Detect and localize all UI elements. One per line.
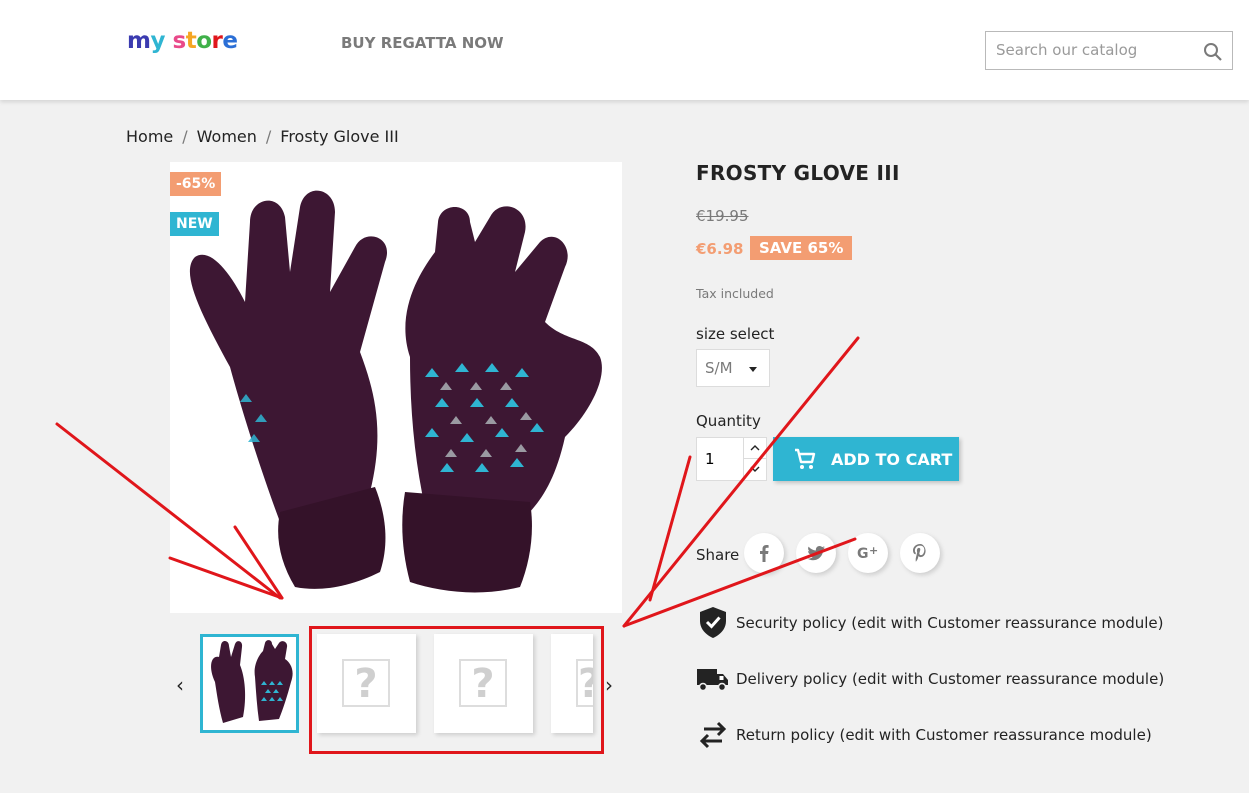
quantity-stepper xyxy=(696,437,767,481)
facebook-share-button[interactable] xyxy=(744,533,784,573)
tax-label: Tax included xyxy=(696,286,774,301)
breadcrumb-separator: / xyxy=(265,127,272,146)
pinterest-share-button[interactable] xyxy=(900,533,940,573)
thumbnails-prev-arrow[interactable]: ‹ xyxy=(176,673,184,697)
reassurance-text: Delivery policy (edit with Customer reas… xyxy=(736,670,1165,688)
thumbnails-next-arrow[interactable]: › xyxy=(605,673,613,697)
size-label: size select xyxy=(696,325,775,343)
thumbnail-glove[interactable] xyxy=(200,634,299,733)
exchange-arrows-icon xyxy=(699,721,727,749)
svg-text:G: G xyxy=(857,546,869,562)
svg-text:+: + xyxy=(869,544,878,557)
nav-link-buy-regatta[interactable]: BUY REGATTA NOW xyxy=(341,34,504,52)
annotation-highlight-box xyxy=(309,626,604,754)
logo-letter: y xyxy=(150,28,165,54)
breadcrumb-separator: / xyxy=(182,127,188,146)
glove-thumbnail-image xyxy=(211,640,293,723)
logo-letter: s xyxy=(172,28,186,54)
search-icon[interactable] xyxy=(1203,42,1223,62)
google-plus-icon: G + xyxy=(857,544,878,562)
breadcrumb-home[interactable]: Home xyxy=(126,127,173,146)
new-flag: NEW xyxy=(170,212,219,236)
quantity-label: Quantity xyxy=(696,412,761,430)
logo-letter: r xyxy=(211,28,223,54)
size-selected-value: S/M xyxy=(705,359,733,377)
facebook-icon xyxy=(760,545,769,562)
pinterest-icon xyxy=(913,544,926,562)
quantity-input[interactable] xyxy=(697,438,743,480)
product-title: FROSTY GLOVE III xyxy=(696,161,900,185)
truck-icon xyxy=(697,669,728,692)
reassurance-text: Return policy (edit with Customer reassu… xyxy=(736,726,1152,744)
chevron-down-icon xyxy=(750,466,760,472)
logo-letter: o xyxy=(196,28,212,54)
product-cover-image[interactable] xyxy=(170,162,622,613)
twitter-share-button[interactable] xyxy=(796,533,836,573)
regular-price: €19.95 xyxy=(696,207,749,225)
shield-check-icon xyxy=(700,607,726,638)
twitter-icon xyxy=(807,546,825,561)
breadcrumb-women[interactable]: Women xyxy=(197,127,257,146)
shopping-cart-icon xyxy=(795,448,816,469)
discount-flag: -65% xyxy=(170,172,222,196)
site-header: my store BUY REGATTA NOW xyxy=(0,0,1249,100)
save-badge: SAVE 65% xyxy=(750,236,853,260)
share-label: Share xyxy=(696,546,740,564)
add-to-cart-button[interactable]: ADD TO CART xyxy=(773,437,959,481)
logo-letter: t xyxy=(185,28,197,54)
chevron-up-icon xyxy=(750,445,760,451)
logo-letter xyxy=(165,28,173,54)
breadcrumb: Home / Women / Frosty Glove III xyxy=(126,127,399,146)
add-to-cart-label: ADD TO CART xyxy=(831,449,953,469)
current-price: €6.98 xyxy=(696,240,744,258)
quantity-decrease-button[interactable] xyxy=(743,459,766,480)
quantity-increase-button[interactable] xyxy=(743,438,766,459)
google-plus-share-button[interactable]: G + xyxy=(848,533,888,573)
logo-letter: e xyxy=(222,28,238,54)
store-logo[interactable]: my store xyxy=(127,28,238,54)
breadcrumb-current[interactable]: Frosty Glove III xyxy=(280,127,398,146)
caret-down-icon xyxy=(749,367,757,372)
glove-image xyxy=(189,190,602,593)
reassurance-text: Security policy (edit with Customer reas… xyxy=(736,614,1164,632)
search-input[interactable] xyxy=(986,32,1206,68)
search-box xyxy=(985,31,1233,70)
logo-letter: m xyxy=(127,28,151,54)
size-select[interactable]: S/M xyxy=(696,349,770,387)
